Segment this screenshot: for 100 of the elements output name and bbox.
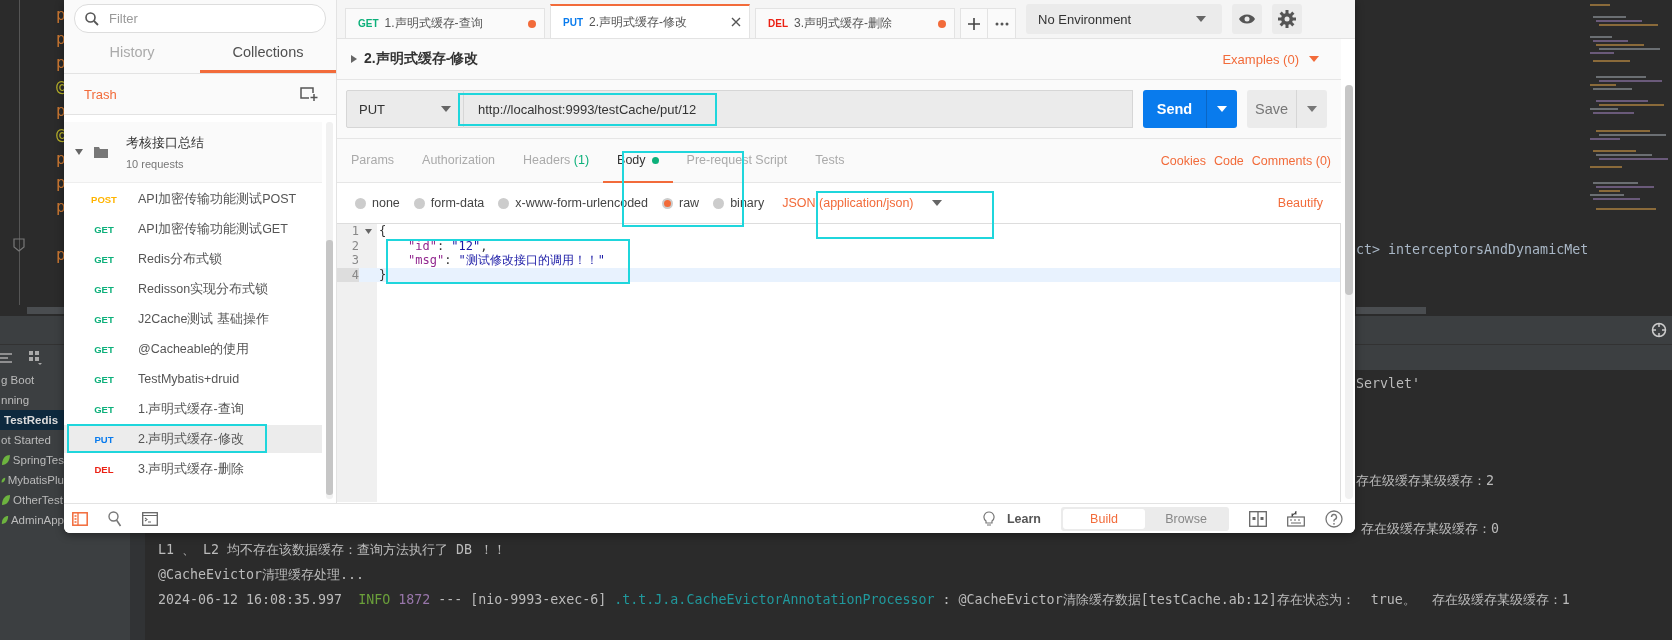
code-line: "msg": "测试修改接口的调用！！" bbox=[407, 253, 606, 268]
collection-header[interactable]: 考核接口总结 10 requests bbox=[64, 122, 322, 183]
keyboard-icon[interactable] bbox=[1287, 510, 1305, 527]
tab-title: 3.声明式缓存-删除 bbox=[794, 15, 893, 32]
request-name: Redisson实现分布式锁 bbox=[138, 280, 269, 298]
request-item[interactable]: GET API加密传输功能测试GET bbox=[64, 215, 322, 243]
request-tab[interactable]: PUT 2.声明式缓存-修改 bbox=[550, 4, 750, 38]
run-tree-item[interactable]: MybatisPlu bbox=[0, 470, 64, 490]
request-tab[interactable]: DEL 3.声明式缓存-删除 bbox=[755, 8, 955, 38]
request-name: API加密传输功能测试POST bbox=[138, 190, 297, 208]
caret-icon bbox=[1196, 16, 1206, 22]
run-tree-item[interactable]: SpringTes bbox=[0, 450, 64, 470]
caret-icon bbox=[931, 200, 942, 206]
method-label: GET bbox=[93, 313, 115, 325]
caret-icon bbox=[441, 106, 451, 112]
collapse-icon[interactable] bbox=[0, 350, 14, 365]
close-icon[interactable] bbox=[731, 17, 741, 27]
settings-button[interactable] bbox=[1272, 4, 1302, 34]
tab-title: 1.声明式缓存-查询 bbox=[384, 15, 484, 32]
method-label: PUT bbox=[93, 433, 115, 445]
code-line: } bbox=[378, 267, 387, 282]
body-type-radio[interactable]: none bbox=[355, 196, 400, 210]
sidebar-toggle-icon[interactable] bbox=[72, 511, 88, 526]
scrollbar[interactable] bbox=[1345, 85, 1353, 500]
environment-select[interactable]: No Environment bbox=[1026, 4, 1222, 34]
code-text: ct> interceptorsAndDynamicMet bbox=[1356, 242, 1589, 257]
request-count: 10 requests bbox=[126, 158, 185, 170]
lightbulb-icon bbox=[982, 510, 995, 527]
scrollbar[interactable] bbox=[326, 122, 333, 500]
log-line: 2024-06-12 16:08:35.997 INFO 1872 --- [nio-9993-exec-6] .t.t.J.a.CacheEvictorAnnotationProcessor : @CacheEvictor清除缓存数据[testCache.ab:12]存在状态为： true。 存在级缓存某级缓存：1 bbox=[158, 591, 1570, 609]
crosshair-icon[interactable] bbox=[1651, 322, 1667, 338]
search-icon bbox=[85, 11, 99, 26]
run-tree-item[interactable]: ot Started bbox=[0, 430, 64, 450]
save-button[interactable]: Save bbox=[1247, 90, 1327, 128]
line-number: 3 bbox=[350, 253, 359, 268]
caret-icon bbox=[1307, 106, 1317, 112]
settings-icon bbox=[1278, 10, 1296, 28]
method-label: POST bbox=[90, 193, 118, 205]
expand-icon[interactable] bbox=[351, 55, 357, 63]
search-field[interactable]: Filter bbox=[74, 4, 326, 33]
grid-icon[interactable] bbox=[28, 349, 44, 366]
request-item[interactable]: GET 1.声明式缓存-查询 bbox=[64, 395, 322, 423]
fold-icon[interactable] bbox=[364, 228, 372, 234]
search-icon[interactable] bbox=[108, 510, 122, 527]
method-label: GET bbox=[93, 223, 115, 235]
scrollbar[interactable] bbox=[1356, 307, 1426, 314]
body-type-radio[interactable]: form-data bbox=[413, 196, 485, 210]
method-select[interactable]: PUT bbox=[346, 90, 464, 128]
run-tree-item[interactable]: TestRedis bbox=[0, 410, 64, 430]
new-collection-icon[interactable] bbox=[300, 86, 318, 102]
learn-button[interactable]: Learn bbox=[982, 510, 1041, 527]
request-item[interactable]: DEL 3.声明式缓存-删除 bbox=[64, 455, 322, 483]
run-tree-item[interactable]: OtherTest bbox=[0, 490, 64, 510]
request-tab[interactable]: GET 1.声明式缓存-查询 bbox=[345, 8, 545, 38]
request-name: 3.声明式缓存-删除 bbox=[138, 460, 244, 478]
request-item[interactable]: GET Redis分布式锁 bbox=[64, 245, 322, 273]
log-line: @CacheEvictor清理缓存处理... bbox=[158, 566, 366, 584]
plus-icon bbox=[968, 17, 980, 30]
help-icon[interactable] bbox=[1325, 509, 1343, 528]
two-pane-icon[interactable] bbox=[1249, 510, 1267, 527]
request-title: 2.声明式缓存-修改 bbox=[364, 50, 479, 68]
new-tab-button[interactable] bbox=[960, 8, 988, 38]
run-tree-item[interactable]: nning bbox=[0, 390, 64, 410]
eye-icon bbox=[1238, 13, 1256, 25]
method-label: GET bbox=[93, 403, 115, 415]
request-name: J2Cache测试 基础操作 bbox=[138, 310, 269, 328]
tab-title: 2.声明式缓存-修改 bbox=[589, 13, 688, 31]
request-name: Redis分布式锁 bbox=[138, 250, 222, 268]
line-number: 1 bbox=[350, 224, 359, 239]
spring-leaf-icon bbox=[1, 514, 9, 526]
send-button[interactable]: Send bbox=[1143, 90, 1237, 128]
eye-button[interactable] bbox=[1232, 4, 1262, 34]
console-icon[interactable] bbox=[142, 511, 158, 526]
run-tree-item[interactable]: AdminApp bbox=[0, 510, 64, 530]
request-item[interactable]: POST API加密传输功能测试POST bbox=[64, 185, 322, 213]
spring-leaf-icon bbox=[1, 494, 11, 506]
request-item[interactable]: GET @Cacheable的使用 bbox=[64, 335, 322, 363]
log-text: 存在级缓存某级缓存：0 bbox=[1361, 520, 1499, 538]
request-item[interactable]: GET TestMybatis+druid bbox=[64, 365, 322, 393]
filter-input[interactable]: Filter bbox=[107, 10, 315, 27]
caret-icon[interactable] bbox=[74, 148, 84, 156]
method-label: GET bbox=[93, 373, 115, 385]
method-label: GET bbox=[93, 343, 115, 355]
scrollbar[interactable] bbox=[27, 307, 67, 314]
caret-icon bbox=[1309, 56, 1319, 62]
request-item[interactable]: GET Redisson实现分布式锁 bbox=[64, 275, 322, 303]
method-label: GET bbox=[358, 18, 379, 29]
request-item[interactable]: GET J2Cache测试 基础操作 bbox=[64, 305, 322, 333]
run-tree-item[interactable]: g Boot bbox=[0, 370, 64, 390]
request-name: API加密传输功能测试GET bbox=[138, 220, 288, 238]
request-name: @Cacheable的使用 bbox=[138, 340, 250, 358]
spring-leaf-icon bbox=[1, 454, 11, 466]
breakpoint-marker-icon bbox=[13, 238, 25, 252]
body-type-radio[interactable]: raw bbox=[662, 196, 700, 210]
line-number: 2 bbox=[350, 238, 359, 253]
url-field[interactable]: http://localhost:9993/testCache/put/12 bbox=[464, 90, 1133, 128]
line-number: 4 bbox=[337, 267, 359, 282]
log-text: 存在级缓存某级缓存：2 bbox=[1356, 472, 1494, 490]
method-label: DEL bbox=[768, 18, 788, 29]
collection-name: 考核接口总结 bbox=[126, 134, 204, 152]
